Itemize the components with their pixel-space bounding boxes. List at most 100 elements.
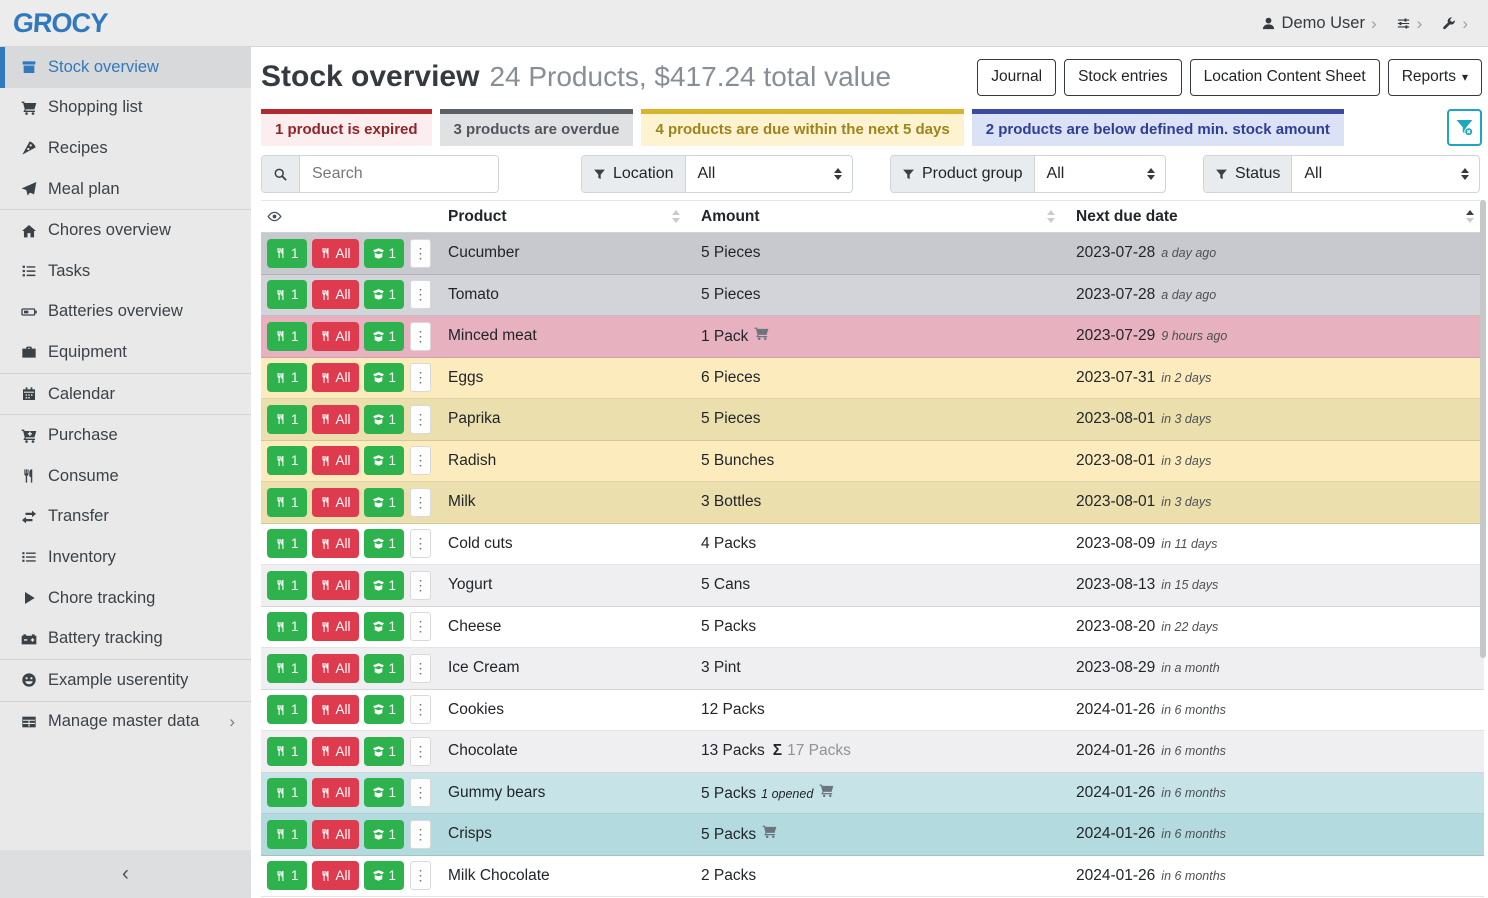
- open-one-button[interactable]: 1: [364, 695, 405, 724]
- consume-all-button[interactable]: All: [312, 280, 359, 309]
- consume-all-button[interactable]: All: [312, 654, 359, 683]
- row-more-button[interactable]: ⋮: [410, 861, 431, 890]
- reports-dropdown-button[interactable]: Reports▾: [1388, 59, 1482, 96]
- consume-one-button[interactable]: 1: [267, 405, 307, 434]
- row-more-button[interactable]: ⋮: [410, 446, 431, 475]
- consume-one-button[interactable]: 1: [267, 654, 307, 683]
- consume-all-button[interactable]: All: [312, 695, 359, 724]
- column-header-next-due-date[interactable]: Next due date: [1065, 208, 1484, 226]
- open-one-button[interactable]: 1: [364, 280, 405, 309]
- consume-one-button[interactable]: 1: [267, 571, 307, 600]
- row-more-button[interactable]: ⋮: [410, 612, 431, 641]
- open-one-button[interactable]: 1: [364, 322, 405, 351]
- consume-all-button[interactable]: All: [312, 239, 359, 268]
- row-more-button[interactable]: ⋮: [410, 363, 431, 392]
- consume-one-button[interactable]: 1: [267, 861, 307, 890]
- consume-all-button[interactable]: All: [312, 529, 359, 558]
- sidebar-item-calendar[interactable]: Calendar: [0, 374, 251, 415]
- consume-all-button[interactable]: All: [312, 363, 359, 392]
- open-one-button[interactable]: 1: [364, 820, 405, 849]
- open-one-button[interactable]: 1: [364, 405, 405, 434]
- row-more-button[interactable]: ⋮: [410, 239, 431, 268]
- sidebar-item-inventory[interactable]: Inventory: [0, 537, 251, 578]
- journal-button[interactable]: Journal: [977, 59, 1056, 96]
- consume-one-button[interactable]: 1: [267, 737, 307, 766]
- settings-menu[interactable]: ›: [1390, 11, 1429, 36]
- sidebar-item-stock-overview[interactable]: Stock overview: [0, 47, 251, 88]
- consume-all-button[interactable]: All: [312, 571, 359, 600]
- row-more-button[interactable]: ⋮: [410, 571, 431, 600]
- sidebar-item-manage-master-data[interactable]: Manage master data›: [0, 702, 251, 743]
- sidebar-item-shopping-list[interactable]: Shopping list: [0, 88, 251, 129]
- consume-all-button[interactable]: All: [312, 612, 359, 641]
- status-pill-overdue[interactable]: 3 products are overdue: [440, 109, 634, 146]
- open-one-button[interactable]: 1: [364, 488, 405, 517]
- row-more-button[interactable]: ⋮: [410, 529, 431, 558]
- sidebar-item-equipment[interactable]: Equipment: [0, 332, 251, 373]
- user-menu[interactable]: Demo User ›: [1255, 10, 1383, 37]
- consume-all-button[interactable]: All: [312, 737, 359, 766]
- status-pill-due-within-the-next-5-days[interactable]: 4 products are due within the next 5 day…: [641, 109, 963, 146]
- row-more-button[interactable]: ⋮: [410, 820, 431, 849]
- admin-menu[interactable]: ›: [1435, 11, 1474, 36]
- row-more-button[interactable]: ⋮: [410, 280, 431, 309]
- sidebar-item-battery-tracking[interactable]: Battery tracking: [0, 618, 251, 659]
- location-content-sheet-button[interactable]: Location Content Sheet: [1190, 59, 1380, 96]
- sidebar-item-meal-plan[interactable]: Meal plan: [0, 169, 251, 210]
- row-more-button[interactable]: ⋮: [410, 695, 431, 724]
- sidebar-item-chore-tracking[interactable]: Chore tracking: [0, 578, 251, 619]
- open-one-button[interactable]: 1: [364, 529, 405, 558]
- consume-all-button[interactable]: All: [312, 322, 359, 351]
- consume-one-button[interactable]: 1: [267, 363, 307, 392]
- consume-one-button[interactable]: 1: [267, 695, 307, 724]
- open-one-button[interactable]: 1: [364, 737, 405, 766]
- sidebar-item-purchase[interactable]: Purchase: [0, 415, 251, 456]
- sidebar-item-batteries-overview[interactable]: Batteries overview: [0, 292, 251, 333]
- sidebar-item-tasks[interactable]: Tasks: [0, 251, 251, 292]
- row-more-button[interactable]: ⋮: [410, 322, 431, 351]
- consume-one-button[interactable]: 1: [267, 280, 307, 309]
- consume-one-button[interactable]: 1: [267, 322, 307, 351]
- consume-all-button[interactable]: All: [312, 446, 359, 475]
- consume-all-button[interactable]: All: [312, 861, 359, 890]
- product-group-select[interactable]: All: [1035, 156, 1165, 192]
- column-header-amount[interactable]: Amount: [690, 208, 1065, 226]
- consume-all-button[interactable]: All: [312, 778, 359, 807]
- consume-all-button[interactable]: All: [312, 820, 359, 849]
- open-one-button[interactable]: 1: [364, 778, 405, 807]
- consume-one-button[interactable]: 1: [267, 446, 307, 475]
- row-more-button[interactable]: ⋮: [410, 778, 431, 807]
- consume-all-button[interactable]: All: [312, 405, 359, 434]
- stock-entries-button[interactable]: Stock entries: [1064, 59, 1182, 96]
- vertical-scrollbar[interactable]: [1480, 200, 1486, 658]
- consume-one-button[interactable]: 1: [267, 488, 307, 517]
- sidebar-item-example-userentity[interactable]: Example userentity: [0, 660, 251, 701]
- location-select[interactable]: All: [686, 156, 853, 192]
- consume-one-button[interactable]: 1: [267, 820, 307, 849]
- row-more-button[interactable]: ⋮: [410, 488, 431, 517]
- sidebar-item-chores-overview[interactable]: Chores overview: [0, 210, 251, 251]
- open-one-button[interactable]: 1: [364, 571, 405, 600]
- open-one-button[interactable]: 1: [364, 446, 405, 475]
- search-input[interactable]: [300, 156, 498, 192]
- open-one-button[interactable]: 1: [364, 612, 405, 641]
- sidebar-collapse-button[interactable]: ‹: [0, 850, 251, 898]
- open-one-button[interactable]: 1: [364, 861, 405, 890]
- sidebar-item-consume[interactable]: Consume: [0, 456, 251, 497]
- row-more-button[interactable]: ⋮: [410, 737, 431, 766]
- consume-one-button[interactable]: 1: [267, 529, 307, 558]
- consume-all-button[interactable]: All: [312, 488, 359, 517]
- sidebar-item-recipes[interactable]: Recipes: [0, 128, 251, 169]
- open-one-button[interactable]: 1: [364, 654, 405, 683]
- status-select[interactable]: All: [1292, 156, 1479, 192]
- column-header-product[interactable]: Product: [440, 208, 690, 226]
- consume-one-button[interactable]: 1: [267, 612, 307, 641]
- status-pill-1-product-is-expired[interactable]: 1 product is expired: [261, 109, 432, 146]
- grocy-logo[interactable]: GROCY: [12, 8, 108, 39]
- open-one-button[interactable]: 1: [364, 239, 405, 268]
- consume-one-button[interactable]: 1: [267, 239, 307, 268]
- consume-one-button[interactable]: 1: [267, 778, 307, 807]
- clear-filters-button[interactable]: [1447, 109, 1482, 146]
- row-more-button[interactable]: ⋮: [410, 405, 431, 434]
- status-pill-below-defined-min-stock-amount[interactable]: 2 products are below defined min. stock …: [972, 109, 1344, 146]
